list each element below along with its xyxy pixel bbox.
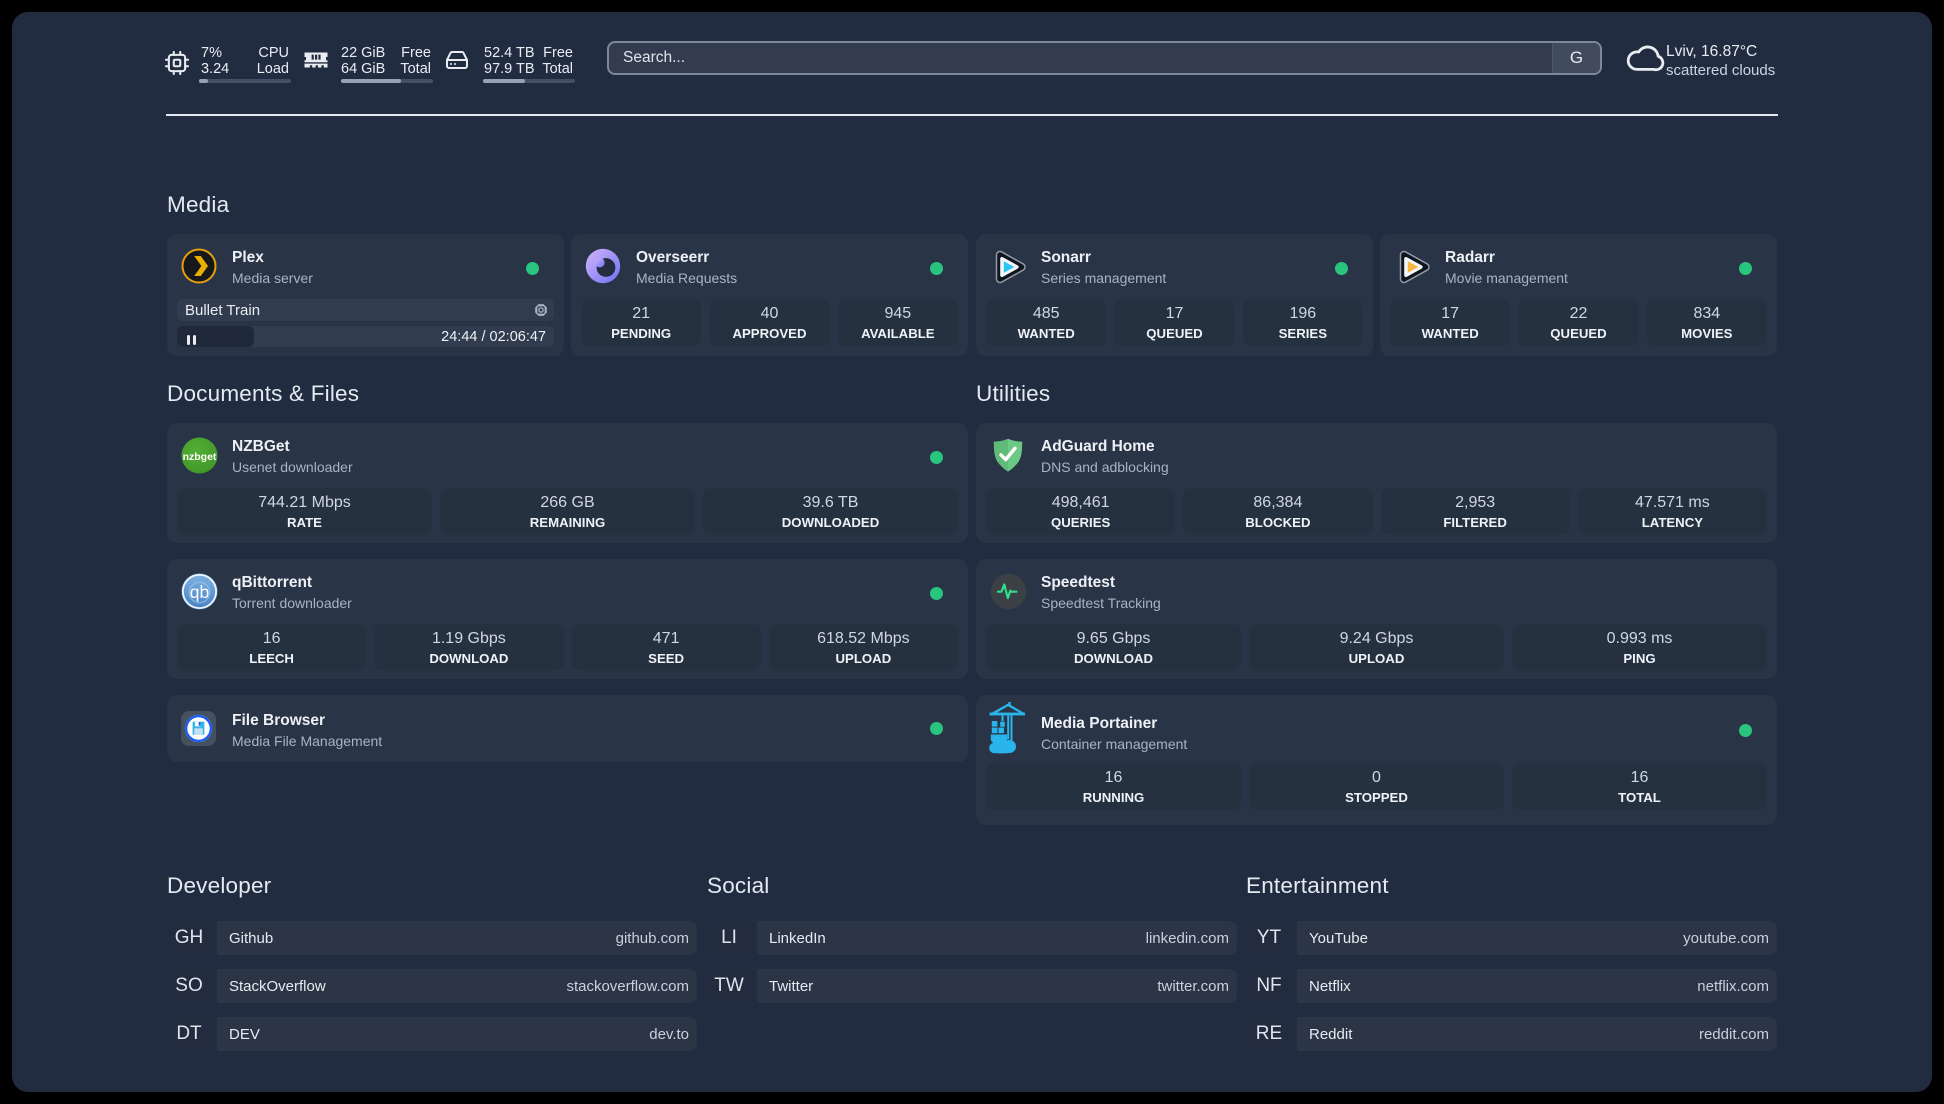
- svg-text:nzbget: nzbget: [183, 451, 217, 463]
- svg-text:qb: qb: [190, 582, 209, 602]
